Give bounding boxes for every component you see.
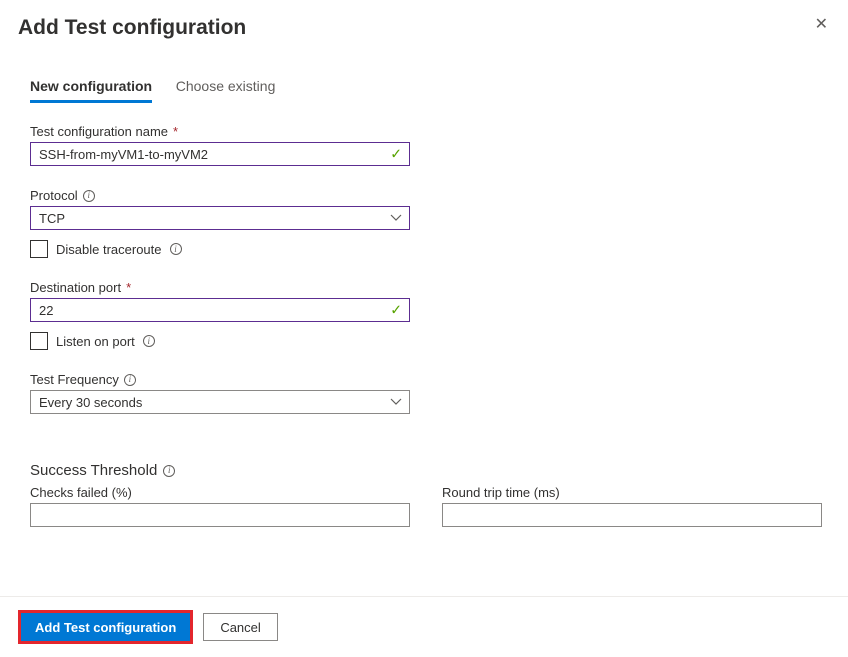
label-test-frequency: Test Frequency i <box>30 372 818 387</box>
info-icon[interactable]: i <box>83 190 95 202</box>
label-test-config-name: Test configuration name * <box>30 124 818 139</box>
label-text: Test Frequency <box>30 372 119 387</box>
info-icon[interactable]: i <box>143 335 155 347</box>
info-icon[interactable]: i <box>163 465 175 477</box>
success-threshold-title: Success Threshold i <box>30 462 818 479</box>
destination-port-input[interactable] <box>30 298 410 322</box>
page-title: Add Test configuration <box>18 16 246 40</box>
listen-on-port-label: Listen on port <box>56 334 135 349</box>
label-text: Test configuration name <box>30 124 168 139</box>
required-star: * <box>126 280 131 295</box>
disable-traceroute-label: Disable traceroute <box>56 242 162 257</box>
listen-on-port-checkbox[interactable] <box>30 332 48 350</box>
label-text: Protocol <box>30 188 78 203</box>
test-config-name-input[interactable] <box>30 142 410 166</box>
label-text: Destination port <box>30 280 121 295</box>
info-icon[interactable]: i <box>170 243 182 255</box>
label-text: Checks failed (%) <box>30 485 132 500</box>
protocol-select[interactable] <box>30 206 410 230</box>
rtt-input[interactable] <box>442 503 822 527</box>
primary-button-highlight: Add Test configuration <box>18 610 193 644</box>
add-test-configuration-button[interactable]: Add Test configuration <box>21 613 190 641</box>
label-checks-failed: Checks failed (%) <box>30 485 410 500</box>
tab-choose-existing[interactable]: Choose existing <box>176 78 276 100</box>
label-text: Round trip time (ms) <box>442 485 560 500</box>
footer: Add Test configuration Cancel <box>0 596 848 657</box>
info-icon[interactable]: i <box>124 374 136 386</box>
label-text: Success Threshold <box>30 462 157 479</box>
disable-traceroute-checkbox[interactable] <box>30 240 48 258</box>
close-icon[interactable]: ✕ <box>815 14 828 34</box>
cancel-button[interactable]: Cancel <box>203 613 277 641</box>
label-protocol: Protocol i <box>30 188 818 203</box>
tabs: New configuration Choose existing <box>18 78 830 104</box>
checks-failed-input[interactable] <box>30 503 410 527</box>
label-rtt: Round trip time (ms) <box>442 485 822 500</box>
required-star: * <box>173 124 178 139</box>
test-frequency-select[interactable] <box>30 390 410 414</box>
label-destination-port: Destination port * <box>30 280 818 295</box>
tab-new-configuration[interactable]: New configuration <box>30 78 152 103</box>
